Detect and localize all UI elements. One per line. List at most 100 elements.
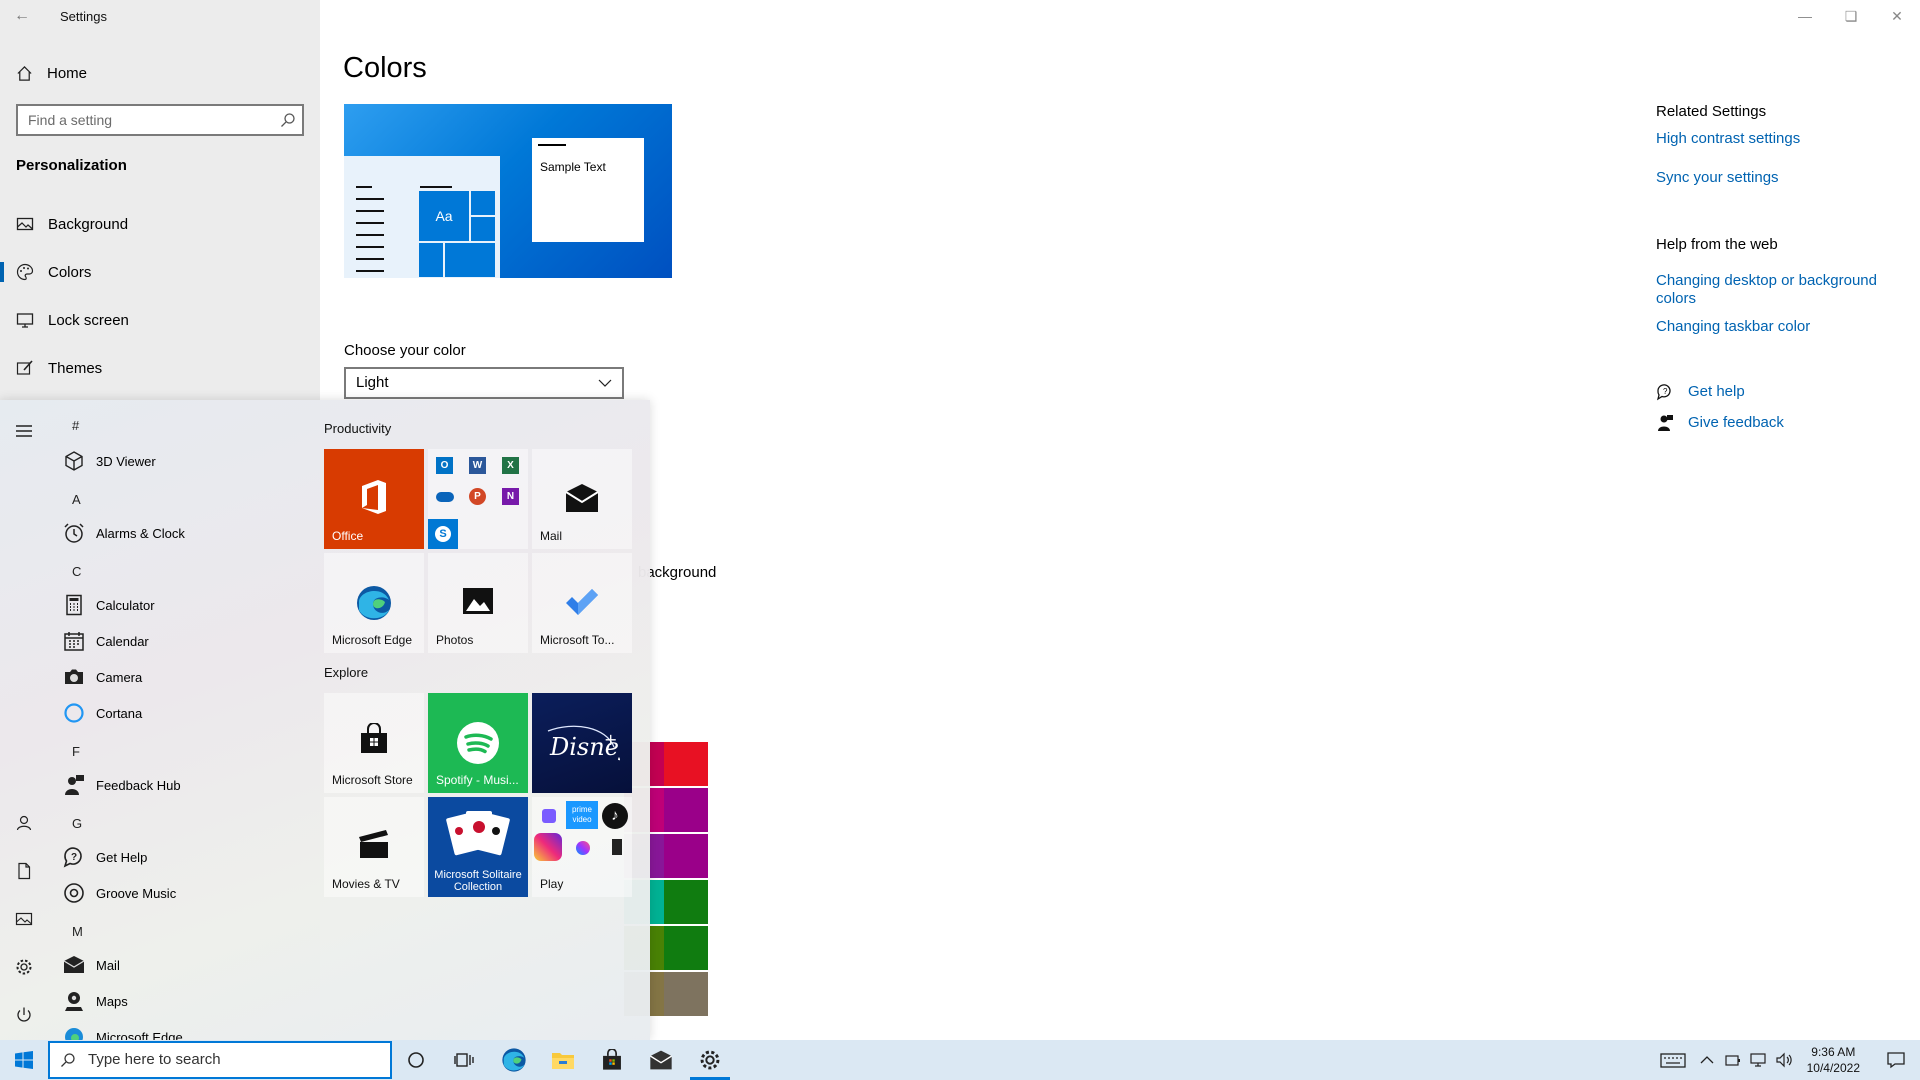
tile-office-apps-folder[interactable]: O W X P N S [428, 449, 528, 549]
letter-header-c[interactable]: C [72, 564, 81, 579]
battery-icon[interactable] [1724, 1052, 1742, 1068]
help-icon: ? [62, 845, 86, 869]
taskbar: Type here to search 9:36 AM 10/4/2022 [0, 1040, 1920, 1080]
start-button[interactable] [0, 1040, 48, 1080]
tile-mail[interactable]: Mail [532, 449, 632, 549]
task-view-button[interactable] [440, 1040, 488, 1080]
sync-settings-link[interactable]: Sync your settings [1656, 169, 1886, 187]
mail-icon [649, 1050, 673, 1070]
give-feedback-link[interactable]: Give feedback [1688, 414, 1784, 431]
close-button[interactable]: ✕ [1874, 0, 1920, 32]
tile-spotify[interactable]: Spotify - Musi... [428, 693, 528, 793]
tile-solitaire[interactable]: Microsoft Solitaire Collection [428, 797, 528, 897]
high-contrast-link[interactable]: High contrast settings [1656, 130, 1886, 148]
app-microsoft-edge[interactable]: Microsoft Edge [62, 1021, 292, 1040]
user-account-icon[interactable] [15, 814, 33, 832]
volume-icon[interactable] [1776, 1052, 1794, 1068]
hamburger-menu-icon[interactable] [15, 422, 33, 440]
app-3d-viewer[interactable]: 3D Viewer [62, 445, 292, 477]
taskbar-settings-button[interactable] [686, 1040, 734, 1080]
app-groove-music[interactable]: Groove Music [62, 877, 292, 909]
clock-date: 10/4/2022 [1806, 1061, 1860, 1075]
accent-color-swatch[interactable] [664, 972, 708, 1016]
changing-taskbar-color-link[interactable]: Changing taskbar color [1656, 318, 1886, 336]
tile-play-folder[interactable]: prime video ♪ Play [532, 797, 632, 897]
word-icon: W [469, 457, 486, 474]
get-help-link[interactable]: Get help [1688, 383, 1745, 400]
changing-desktop-colors-link[interactable]: Changing desktop or background colors [1656, 272, 1886, 308]
accent-color-swatch[interactable] [664, 834, 708, 878]
documents-icon[interactable] [15, 862, 33, 880]
app-calendar[interactable]: Calendar [62, 625, 292, 657]
mail-icon [565, 484, 599, 512]
taskbar-file-explorer-button[interactable] [539, 1040, 587, 1080]
group-label-productivity[interactable]: Productivity [324, 421, 391, 436]
taskbar-search-box[interactable]: Type here to search [48, 1041, 392, 1079]
taskbar-mail-button[interactable] [637, 1040, 685, 1080]
chevron-up-icon[interactable] [1700, 1053, 1714, 1067]
app-get-help[interactable]: ? Get Help [62, 841, 292, 873]
music-icon [62, 881, 86, 905]
tile-microsoft-todo[interactable]: Microsoft To... [532, 553, 632, 653]
sidebar-item-colors[interactable]: Colors [0, 252, 320, 292]
window-controls: — ❏ ✕ [1782, 0, 1920, 32]
accent-color-swatch[interactable] [664, 880, 708, 924]
tile-movies-tv[interactable]: Movies & TV [324, 797, 424, 897]
skype-icon: S [428, 519, 458, 549]
tile-photos[interactable]: Photos [428, 553, 528, 653]
back-arrow-icon[interactable]: ← [14, 6, 34, 26]
accent-color-swatch[interactable] [664, 926, 708, 970]
group-label-explore[interactable]: Explore [324, 665, 368, 680]
home-label: Home [47, 64, 88, 82]
preview-sample-text: Sample Text [540, 160, 606, 174]
section-heading: Personalization [16, 157, 127, 174]
start-menu: # 3D Viewer A Alarms & Clock C Calculato… [0, 400, 650, 1040]
sidebar-item-label: Colors [48, 263, 92, 281]
app-label: Maps [96, 993, 128, 1009]
tile-office[interactable]: Office [324, 449, 424, 549]
keyboard-icon[interactable] [1660, 1050, 1686, 1070]
preview-line [356, 198, 384, 200]
app-feedback-hub[interactable]: Feedback Hub [62, 769, 292, 801]
taskbar-clock[interactable]: 9:36 AM 10/4/2022 [1807, 1044, 1860, 1076]
powerpoint-icon: P [469, 488, 486, 505]
restore-button[interactable]: ❏ [1828, 0, 1874, 32]
app-mail[interactable]: Mail [62, 949, 292, 981]
cortana-button[interactable] [392, 1040, 440, 1080]
find-setting-input[interactable]: Find a setting [16, 104, 304, 136]
accent-color-swatch[interactable] [664, 742, 708, 786]
taskbar-edge-button[interactable] [490, 1040, 538, 1080]
pictures-icon[interactable] [15, 910, 33, 928]
app-maps[interactable]: Maps [62, 985, 292, 1017]
tile-microsoft-store[interactable]: Microsoft Store [324, 693, 424, 793]
tile-disney-plus[interactable]: Disney+ [532, 693, 632, 793]
monitor-icon [16, 313, 34, 328]
sidebar-item-themes[interactable]: Themes [0, 348, 320, 388]
letter-header-a[interactable]: A [72, 492, 81, 507]
letter-header-f[interactable]: F [72, 744, 80, 759]
sidebar-item-background[interactable]: Background [0, 204, 320, 244]
disney-plus-logo-icon: Disney+ [547, 725, 620, 761]
minimize-button[interactable]: — [1782, 0, 1828, 32]
app-camera[interactable]: Camera [62, 661, 292, 693]
accent-color-swatch[interactable] [664, 788, 708, 832]
taskbar-store-button[interactable] [588, 1040, 636, 1080]
network-icon[interactable] [1750, 1052, 1768, 1068]
app-cortana[interactable]: Cortana [62, 697, 292, 729]
letter-header-m[interactable]: M [72, 924, 83, 939]
tile-microsoft-edge[interactable]: Microsoft Edge [324, 553, 424, 653]
choose-color-dropdown[interactable]: Light [344, 367, 624, 399]
photos-icon [463, 588, 493, 614]
app-alarms-clock[interactable]: Alarms & Clock [62, 517, 292, 549]
letter-header-hash[interactable]: # [72, 418, 79, 433]
power-icon[interactable] [15, 1006, 33, 1024]
sidebar-item-lock-screen[interactable]: Lock screen [0, 300, 320, 340]
settings-gear-icon[interactable] [15, 958, 33, 976]
tile-label: Spotify - Musi... [436, 773, 519, 787]
home-nav[interactable]: Home [16, 62, 87, 84]
preview-line [420, 186, 452, 188]
notification-center-button[interactable] [1872, 1040, 1920, 1080]
search-icon [61, 1053, 75, 1067]
letter-header-g[interactable]: G [72, 816, 82, 831]
app-calculator[interactable]: Calculator [62, 589, 292, 621]
